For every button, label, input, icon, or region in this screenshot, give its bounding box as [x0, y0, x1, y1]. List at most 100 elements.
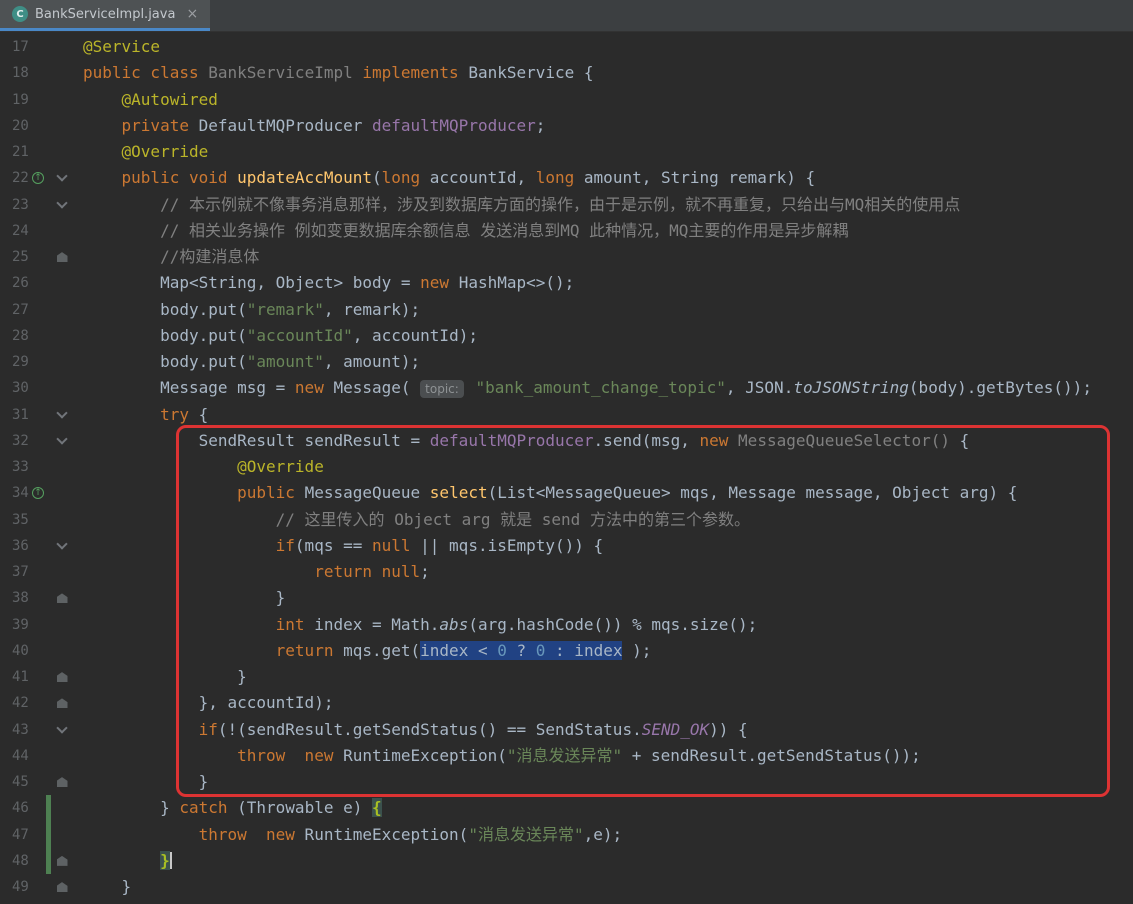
code-line[interactable]: 32 SendResult sendResult = defaultMQProd…: [0, 428, 1133, 454]
tab-close-icon[interactable]: ×: [186, 6, 198, 22]
line-number[interactable]: 19: [0, 87, 30, 113]
code-line[interactable]: 27 body.put("remark", remark);: [0, 297, 1133, 323]
code-line[interactable]: 46 } catch (Throwable e) {: [0, 795, 1133, 821]
fold-collapse-icon[interactable]: [51, 203, 73, 207]
code-text: @Override: [83, 454, 324, 480]
code-line[interactable]: 34↑ public MessageQueue select(List<Mess…: [0, 480, 1133, 506]
fold-collapse-icon[interactable]: [51, 413, 73, 417]
code-line[interactable]: 44 throw new RuntimeException("消息发送异常" +…: [0, 743, 1133, 769]
code-line[interactable]: 20 private DefaultMQProducer defaultMQPr…: [0, 113, 1133, 139]
line-number[interactable]: 20: [0, 113, 30, 139]
line-number[interactable]: 25: [0, 244, 30, 270]
code-line[interactable]: 38 }: [0, 585, 1133, 611]
fold-end-icon[interactable]: [51, 856, 73, 866]
code-line[interactable]: 42 }, accountId);: [0, 690, 1133, 716]
fold-end-icon[interactable]: [51, 698, 73, 708]
line-number[interactable]: 24: [0, 218, 30, 244]
line-number[interactable]: 29: [0, 349, 30, 375]
code-editor[interactable]: 17@Service18public class BankServiceImpl…: [0, 32, 1133, 903]
line-number[interactable]: 34: [0, 480, 30, 506]
code-text: SendResult sendResult = defaultMQProduce…: [83, 428, 969, 454]
code-token: [83, 195, 160, 214]
line-number[interactable]: 46: [0, 795, 30, 821]
code-line[interactable]: 18public class BankServiceImpl implement…: [0, 60, 1133, 86]
code-line[interactable]: 22↑ public void updateAccMount(long acco…: [0, 165, 1133, 191]
code-line[interactable]: 47 throw new RuntimeException("消息发送异常",e…: [0, 822, 1133, 848]
fold-end-icon[interactable]: [51, 882, 73, 892]
fold-collapse-icon[interactable]: [51, 728, 73, 732]
code-line[interactable]: 24 // 相关业务操作 例如变更数据库余额信息 发送消息到MQ 此种情况，MQ…: [0, 218, 1133, 244]
code-line[interactable]: 45 }: [0, 769, 1133, 795]
code-line[interactable]: 35 // 这里传入的 Object arg 就是 send 方法中的第三个参数…: [0, 507, 1133, 533]
fold-collapse-icon[interactable]: [51, 439, 73, 443]
line-number[interactable]: 27: [0, 297, 30, 323]
line-number[interactable]: 18: [0, 60, 30, 86]
line-number[interactable]: 37: [0, 559, 30, 585]
code-line[interactable]: 49 }: [0, 874, 1133, 900]
code-line[interactable]: 33 @Override: [0, 454, 1133, 480]
code-token: }, accountId);: [83, 693, 333, 712]
code-line[interactable]: 30 Message msg = new Message( topic: "ba…: [0, 375, 1133, 401]
code-text: }, accountId);: [83, 690, 333, 716]
code-line[interactable]: 17@Service: [0, 34, 1133, 60]
code-token: body.put(: [83, 352, 247, 371]
code-line[interactable]: 39 int index = Math.abs(arg.hashCode()) …: [0, 612, 1133, 638]
line-number[interactable]: 36: [0, 533, 30, 559]
code-line[interactable]: 28 body.put("accountId", accountId);: [0, 323, 1133, 349]
line-number[interactable]: 28: [0, 323, 30, 349]
code-lines: 17@Service18public class BankServiceImpl…: [0, 34, 1133, 900]
code-token: .send(msg,: [594, 431, 700, 450]
line-number[interactable]: 31: [0, 402, 30, 428]
line-number[interactable]: 26: [0, 270, 30, 296]
fold-end-icon[interactable]: [51, 593, 73, 603]
line-number[interactable]: 39: [0, 612, 30, 638]
fold-end-icon[interactable]: [51, 777, 73, 787]
code-line[interactable]: 37 return null;: [0, 559, 1133, 585]
code-line[interactable]: 41 }: [0, 664, 1133, 690]
fold-end-icon[interactable]: [51, 672, 73, 682]
overriding-method-icon[interactable]: ↑: [32, 172, 44, 184]
text-caret: [170, 852, 172, 869]
line-number[interactable]: 22: [0, 165, 30, 191]
fold-collapse-icon[interactable]: [51, 544, 73, 548]
line-number[interactable]: 40: [0, 638, 30, 664]
code-token: "accountId": [247, 326, 353, 345]
line-number[interactable]: 44: [0, 743, 30, 769]
code-line[interactable]: 31 try {: [0, 402, 1133, 428]
editor-gutter: 40: [0, 638, 83, 664]
code-line[interactable]: 40 return mqs.get(index < 0 ? 0 : index …: [0, 638, 1133, 664]
code-token: public: [237, 483, 304, 502]
line-number[interactable]: 33: [0, 454, 30, 480]
line-number[interactable]: 38: [0, 585, 30, 611]
code-line[interactable]: 25 //构建消息体: [0, 244, 1133, 270]
vcs-change-marker: [46, 297, 51, 323]
line-number[interactable]: 47: [0, 822, 30, 848]
line-number[interactable]: 43: [0, 717, 30, 743]
line-number[interactable]: 41: [0, 664, 30, 690]
fold-collapse-icon[interactable]: [51, 176, 73, 180]
code-line[interactable]: 21 @Override: [0, 139, 1133, 165]
line-number[interactable]: 48: [0, 848, 30, 874]
overriding-method-icon[interactable]: ↑: [32, 487, 44, 499]
line-number[interactable]: 49: [0, 874, 30, 900]
line-number[interactable]: 17: [0, 34, 30, 60]
line-number[interactable]: 30: [0, 375, 30, 401]
line-number[interactable]: 32: [0, 428, 30, 454]
line-number[interactable]: 21: [0, 139, 30, 165]
code-token: [83, 457, 237, 476]
code-line[interactable]: 26 Map<String, Object> body = new HashMa…: [0, 270, 1133, 296]
fold-end-icon[interactable]: [51, 252, 73, 262]
code-line[interactable]: 19 @Autowired: [0, 87, 1133, 113]
code-line[interactable]: 23 // 本示例就不像事务消息那样，涉及到数据库方面的操作，由于是示例，就不再…: [0, 192, 1133, 218]
line-number[interactable]: 23: [0, 192, 30, 218]
code-line[interactable]: 43 if(!(sendResult.getSendStatus() == Se…: [0, 717, 1133, 743]
editor-gutter: 20: [0, 113, 83, 139]
code-line[interactable]: 36 if(mqs == null || mqs.isEmpty()) {: [0, 533, 1133, 559]
code-line[interactable]: 29 body.put("amount", amount);: [0, 349, 1133, 375]
line-number[interactable]: 45: [0, 769, 30, 795]
line-number[interactable]: 35: [0, 507, 30, 533]
code-line[interactable]: 48 }: [0, 848, 1133, 874]
line-number[interactable]: 42: [0, 690, 30, 716]
tab-bankserviceimpl[interactable]: C BankServiceImpl.java ×: [0, 0, 210, 31]
code-token: : index: [545, 641, 622, 660]
